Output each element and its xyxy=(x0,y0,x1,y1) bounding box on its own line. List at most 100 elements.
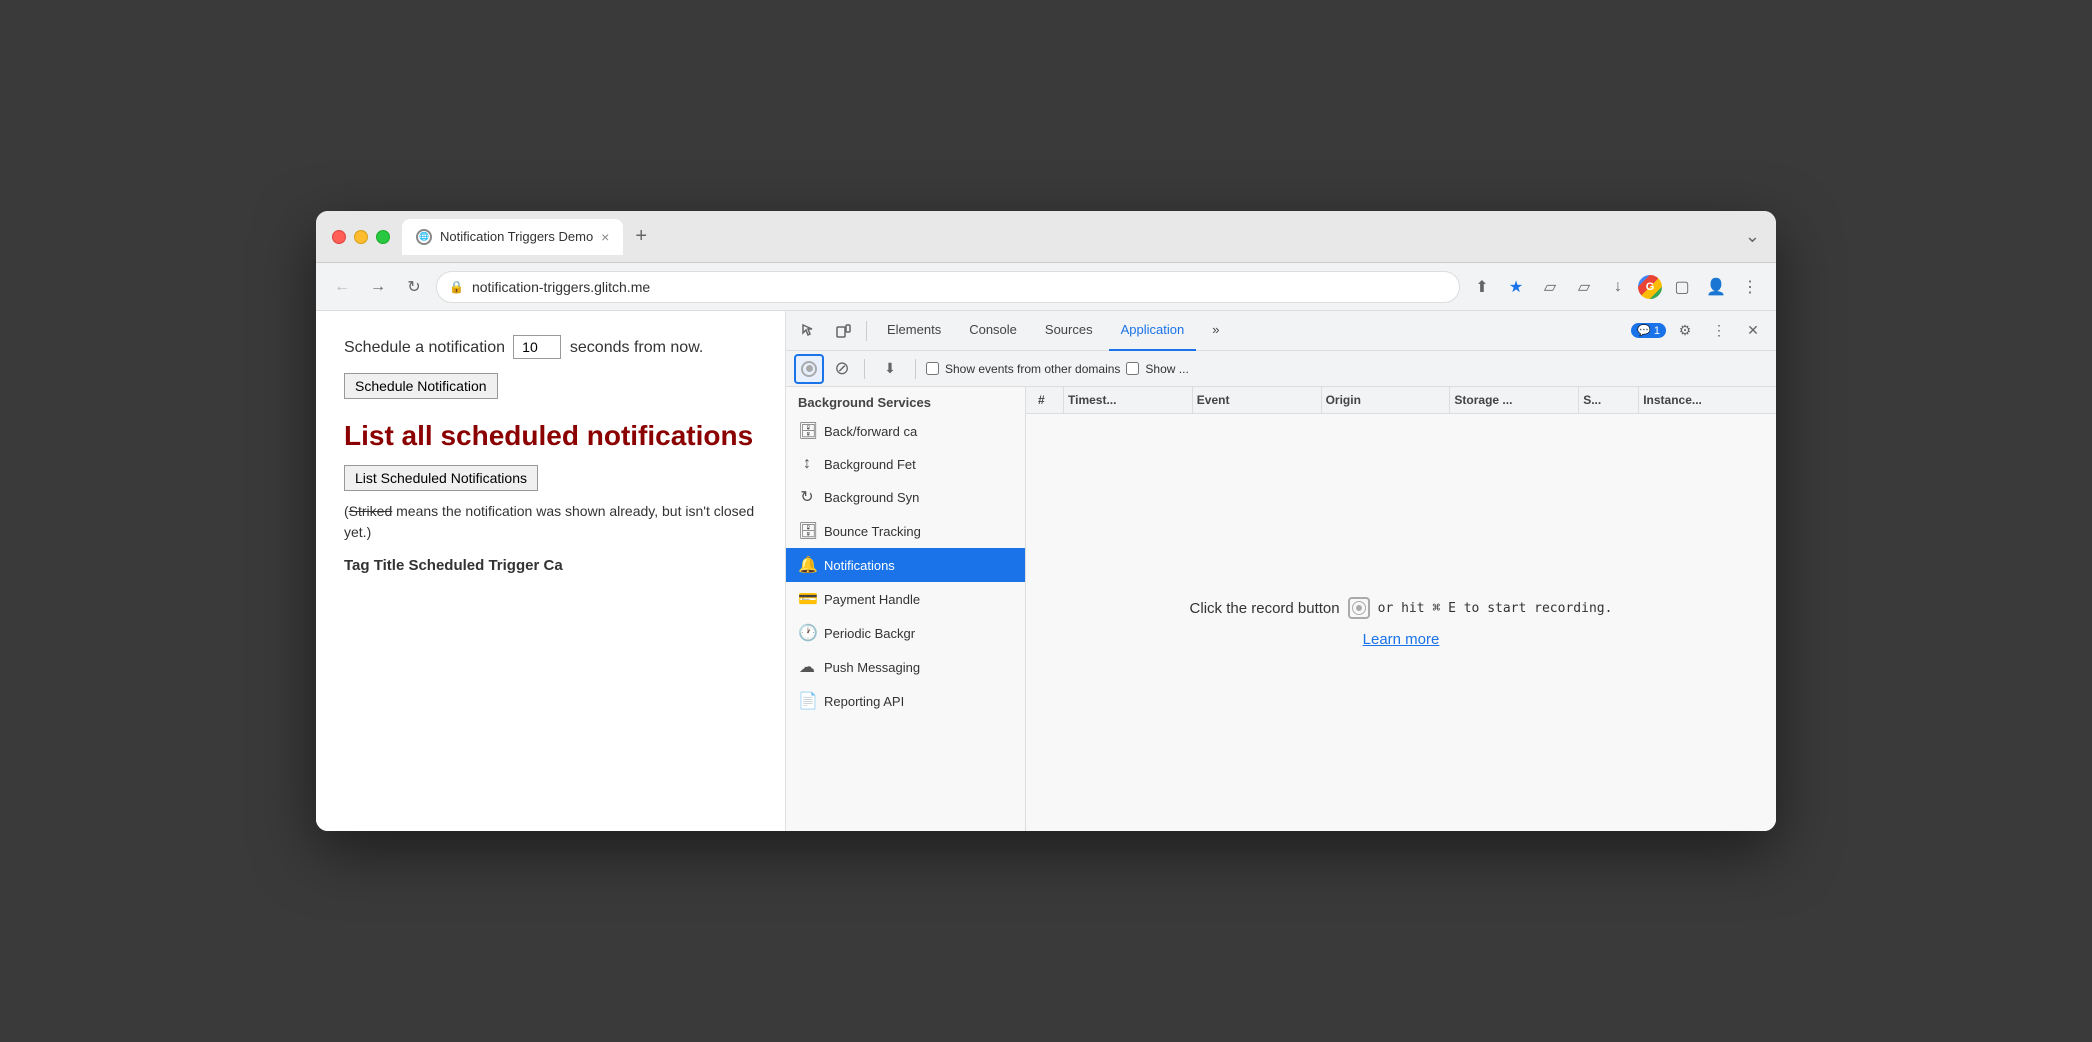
tab-console[interactable]: Console xyxy=(957,311,1029,351)
sidebar-item-background-sync[interactable]: ↻ Background Syn xyxy=(786,480,1025,514)
lock-icon: 🔒 xyxy=(449,280,464,294)
sidebar-item-label: Periodic Backgr xyxy=(824,626,915,641)
sidebar-item-back-forward[interactable]: 🗄 Back/forward ca xyxy=(786,414,1025,448)
title-bar-right: ⌄ xyxy=(1745,226,1760,247)
schedule-notification-button[interactable]: Schedule Notification xyxy=(344,373,498,399)
recording-text-label: Click the record button xyxy=(1190,600,1340,617)
sidebar-item-label: Notifications xyxy=(824,558,895,573)
sidebar-item-push-messaging[interactable]: ☁ Push Messaging xyxy=(786,650,1025,684)
bounce-tracking-icon: 🗄 xyxy=(798,521,816,541)
devtools-body: Background Services 🗄 Back/forward ca ↕ … xyxy=(786,387,1776,831)
record-button[interactable] xyxy=(794,354,824,384)
schedule-seconds-input[interactable] xyxy=(513,335,561,359)
recording-instruction: Click the record button or hit ⌘ E to st… xyxy=(1190,597,1613,619)
sidebar-item-notifications[interactable]: 🔔 Notifications xyxy=(786,548,1025,582)
devtools-tab-right: 💬 1 ⚙ ⋮ ✕ xyxy=(1631,316,1768,346)
schedule-text: Schedule a notification seconds from now… xyxy=(344,335,757,359)
chevron-down-icon[interactable]: ⌄ xyxy=(1745,226,1760,247)
checkbox-show-label[interactable]: Show ... xyxy=(1126,362,1188,376)
col-origin: Origin xyxy=(1322,387,1451,413)
tab-elements[interactable]: Elements xyxy=(875,311,953,351)
devtools-panel: Elements Console Sources Application » 💬… xyxy=(786,311,1776,831)
devtools-select-element-icon[interactable] xyxy=(794,316,824,346)
tab-application[interactable]: Application xyxy=(1109,311,1197,351)
extensions-icon[interactable]: ▱ xyxy=(1536,273,1564,301)
devtools-tabbar: Elements Console Sources Application » 💬… xyxy=(786,311,1776,351)
recording-shortcut: or hit ⌘ E to start recording. xyxy=(1378,601,1613,616)
tab-close-button[interactable]: × xyxy=(601,229,609,245)
mirror-icon[interactable]: ▢ xyxy=(1668,273,1696,301)
background-fetch-icon: ↕ xyxy=(798,455,816,473)
address-field[interactable]: 🔒 notification-triggers.glitch.me xyxy=(436,271,1460,303)
tab-favicon: 🌐 xyxy=(416,229,432,245)
refresh-button[interactable]: ↻ xyxy=(400,273,428,301)
back-forward-icon: 🗄 xyxy=(798,421,816,441)
download-log-icon[interactable]: ⬇ xyxy=(875,354,905,384)
google-icon[interactable]: G xyxy=(1638,275,1662,299)
checkbox-domains-label[interactable]: Show events from other domains xyxy=(926,362,1120,376)
forward-button[interactable]: → xyxy=(364,273,392,301)
sidebar-item-bounce-tracking[interactable]: 🗄 Bounce Tracking xyxy=(786,514,1025,548)
record-dot-inline xyxy=(1356,605,1362,611)
col-s: S... xyxy=(1579,387,1639,413)
sidebar-item-label: Bounce Tracking xyxy=(824,524,921,539)
col-storage: Storage ... xyxy=(1450,387,1579,413)
devtools-settings-icon[interactable]: ⚙ xyxy=(1670,316,1700,346)
table-header-text: Tag Title Scheduled Trigger Ca xyxy=(344,557,757,574)
bookmark-icon[interactable]: ★ xyxy=(1502,273,1530,301)
badge-icon: 💬 xyxy=(1637,324,1651,337)
tab-more[interactable]: » xyxy=(1200,311,1231,351)
reporting-api-icon: 📄 xyxy=(798,691,816,711)
checkbox-show[interactable] xyxy=(1126,362,1139,375)
flask-icon[interactable]: ▱ xyxy=(1570,273,1598,301)
devtools-close-icon[interactable]: ✕ xyxy=(1738,316,1768,346)
maximize-traffic-light[interactable] xyxy=(376,230,390,244)
minimize-traffic-light[interactable] xyxy=(354,230,368,244)
list-scheduled-notifications-button[interactable]: List Scheduled Notifications xyxy=(344,465,538,491)
schedule-section: Schedule a notification seconds from now… xyxy=(344,335,757,399)
list-header: List all scheduled notifications xyxy=(344,419,757,453)
address-bar: ← → ↻ 🔒 notification-triggers.glitch.me … xyxy=(316,263,1776,311)
back-icon: ← xyxy=(334,278,350,296)
record-icon-inline xyxy=(1348,597,1370,619)
record-button-inner xyxy=(801,361,817,377)
share-icon[interactable]: ⬆ xyxy=(1468,273,1496,301)
download-icon[interactable]: ↓ xyxy=(1604,273,1632,301)
record-inner-inline xyxy=(1352,601,1366,615)
profile-icon[interactable]: 👤 xyxy=(1702,273,1730,301)
tab-sources[interactable]: Sources xyxy=(1033,311,1105,351)
col-hash: # xyxy=(1034,387,1064,413)
refresh-icon: ↻ xyxy=(407,277,420,297)
devtools-toolbar: ⊘ ⬇ Show events from other domains Show … xyxy=(786,351,1776,387)
tab-bar: 🌐 Notification Triggers Demo × + xyxy=(402,219,1733,255)
devtools-more-icon[interactable]: ⋮ xyxy=(1704,316,1734,346)
close-traffic-light[interactable] xyxy=(332,230,346,244)
schedule-label-2: seconds from now. xyxy=(570,339,703,356)
sidebar-item-label: Payment Handle xyxy=(824,592,920,607)
sidebar-item-reporting-api[interactable]: 📄 Reporting API xyxy=(786,684,1025,718)
sidebar-item-periodic-background[interactable]: 🕐 Periodic Backgr xyxy=(786,616,1025,650)
new-tab-button[interactable]: + xyxy=(627,225,655,248)
checkbox-domains[interactable] xyxy=(926,362,939,375)
sidebar-item-label: Background Fet xyxy=(824,457,916,472)
sidebar-item-label: Background Syn xyxy=(824,490,919,505)
back-button[interactable]: ← xyxy=(328,273,356,301)
devtools-device-toolbar-icon[interactable] xyxy=(828,316,858,346)
console-badge[interactable]: 💬 1 xyxy=(1631,323,1666,338)
striked-note: (Striked means the notification was show… xyxy=(344,501,757,543)
tab-separator xyxy=(866,321,867,341)
periodic-background-icon: 🕐 xyxy=(798,623,816,643)
table-column-headers: # Timest... Event Origin Storage ... S..… xyxy=(1026,387,1776,414)
active-tab[interactable]: 🌐 Notification Triggers Demo × xyxy=(402,219,623,255)
clear-button[interactable]: ⊘ xyxy=(830,357,854,381)
sidebar-item-payment-handler[interactable]: 💳 Payment Handle xyxy=(786,582,1025,616)
sidebar-item-background-fetch[interactable]: ↕ Background Fet xyxy=(786,448,1025,480)
schedule-label-1: Schedule a notification xyxy=(344,339,505,356)
learn-more-link[interactable]: Learn more xyxy=(1363,631,1440,648)
more-menu-icon[interactable]: ⋮ xyxy=(1736,273,1764,301)
badge-count: 1 xyxy=(1654,325,1660,337)
title-bar: 🌐 Notification Triggers Demo × + ⌄ xyxy=(316,211,1776,263)
striked-note-close: means the notification was shown already… xyxy=(344,503,754,540)
background-sync-icon: ↻ xyxy=(798,487,816,507)
devtools-main-panel: # Timest... Event Origin Storage ... S..… xyxy=(1026,387,1776,831)
